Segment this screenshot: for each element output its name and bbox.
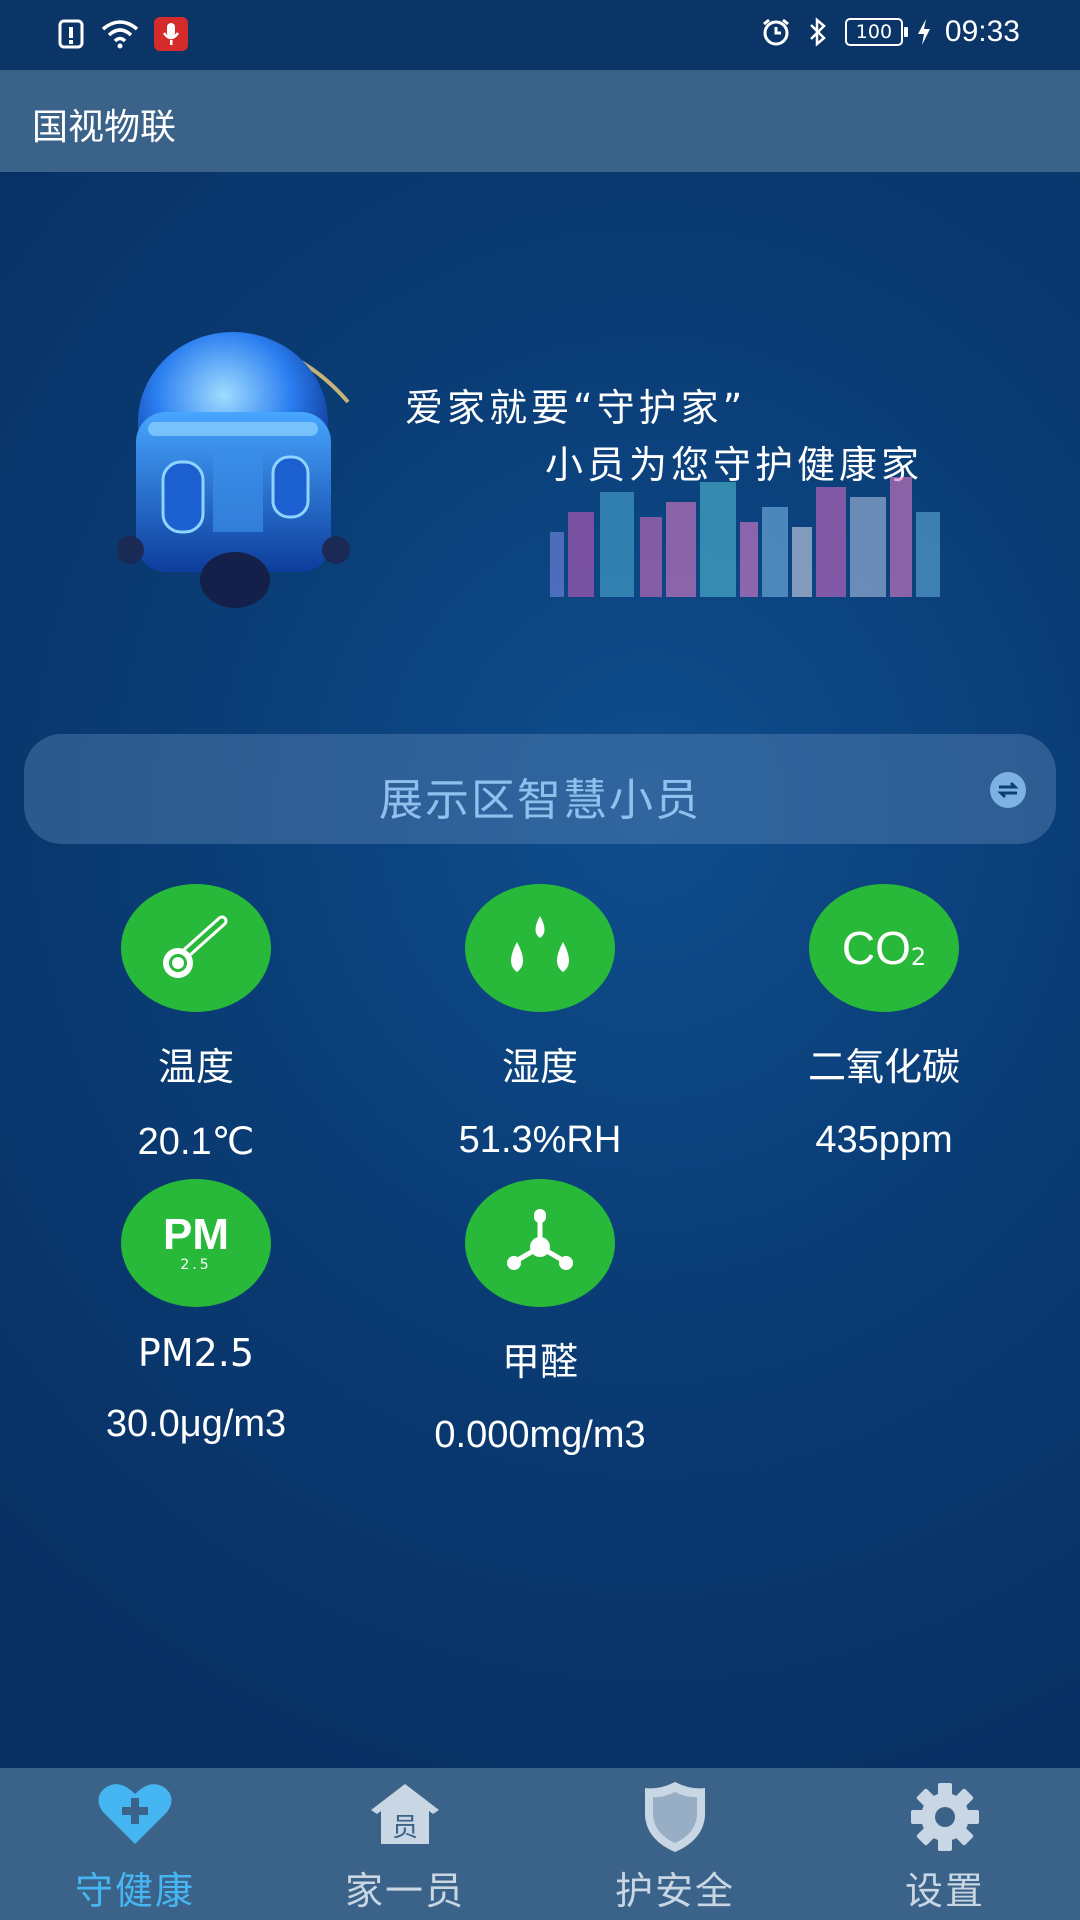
app-bar: 国视物联 xyxy=(0,70,1080,172)
gear-icon xyxy=(905,1780,985,1860)
sensor-label: 温度 xyxy=(157,1045,234,1089)
sensor-value: 0.000mg/m3 xyxy=(434,1414,646,1456)
co2-icon-text: CO xyxy=(841,922,911,974)
thermometer-icon xyxy=(121,884,271,1012)
clock: 09:33 xyxy=(944,15,1020,48)
battery-indicator: 100 xyxy=(844,18,908,46)
sensor-temperature[interactable]: 温度 20.1℃ xyxy=(66,884,326,1164)
house-icon-text: 员 xyxy=(392,1813,418,1843)
microphone-icon xyxy=(154,17,188,51)
tab-label: 家一员 xyxy=(344,1869,465,1913)
tab-label: 设置 xyxy=(904,1869,985,1913)
device-selector[interactable]: 展示区智慧小员 xyxy=(24,734,1056,844)
tab-label: 守健康 xyxy=(74,1869,195,1913)
app-title: 国视物联 xyxy=(32,107,177,148)
pm25-icon: PM 2.5 xyxy=(121,1179,271,1307)
slogan-line-1: 爱家就要“守护家” xyxy=(405,386,747,430)
sensor-humidity[interactable]: 湿度 51.3%RH xyxy=(410,884,670,1162)
notification-alert-icon xyxy=(56,16,86,52)
switch-device-icon[interactable] xyxy=(990,772,1026,808)
bottom-nav: 守健康 员 家一员 护安全 设置 xyxy=(0,1768,1080,1920)
status-right: 100 09:33 xyxy=(761,14,1020,50)
pm25-icon-subscript: 2.5 xyxy=(180,1257,212,1273)
wifi-icon xyxy=(100,16,140,52)
sensor-value: 435ppm xyxy=(815,1119,953,1161)
sensor-value: 30.0μg/m3 xyxy=(105,1403,287,1445)
tab-health[interactable]: 守健康 xyxy=(0,1768,270,1920)
house-icon: 员 xyxy=(365,1780,445,1860)
co2-icon-subscript: 2 xyxy=(910,943,927,971)
sensor-label: 二氧化碳 xyxy=(807,1045,960,1089)
sensor-pm25[interactable]: PM 2.5 PM2.5 30.0μg/m3 xyxy=(66,1179,326,1446)
alarm-clock-icon xyxy=(761,14,791,50)
sensor-label: 甲醛 xyxy=(501,1340,578,1384)
sensor-value: 51.3%RH xyxy=(458,1119,622,1161)
pm25-icon-text: PM xyxy=(163,1210,229,1259)
sensor-value: 20.1℃ xyxy=(137,1121,255,1163)
co2-icon: CO 2 xyxy=(809,884,959,1012)
sensor-co2[interactable]: CO 2 二氧化碳 435ppm xyxy=(754,884,1014,1162)
status-bar: 100 09:33 xyxy=(0,0,1080,70)
humidity-drops-icon xyxy=(465,884,615,1012)
tab-security[interactable]: 护安全 xyxy=(540,1768,810,1920)
status-left xyxy=(56,16,188,52)
molecule-icon xyxy=(465,1179,615,1307)
robot-illustration xyxy=(116,322,358,612)
city-skyline-illustration xyxy=(548,472,948,602)
charging-icon xyxy=(915,14,933,50)
tab-label: 护安全 xyxy=(614,1869,735,1913)
shield-icon xyxy=(635,1780,715,1860)
sensor-formaldehyde[interactable]: 甲醛 0.000mg/m3 xyxy=(410,1179,670,1457)
bluetooth-icon xyxy=(803,14,833,50)
tab-settings[interactable]: 设置 xyxy=(810,1768,1080,1920)
device-name: 展示区智慧小员 xyxy=(379,775,701,826)
banner: 爱家就要“守护家” 小员为您守护健康家 xyxy=(0,172,1080,692)
tab-family[interactable]: 员 家一员 xyxy=(270,1768,540,1920)
sensor-label: PM2.5 xyxy=(137,1331,255,1375)
heart-plus-icon xyxy=(95,1780,175,1860)
sensor-label: 湿度 xyxy=(501,1045,578,1089)
